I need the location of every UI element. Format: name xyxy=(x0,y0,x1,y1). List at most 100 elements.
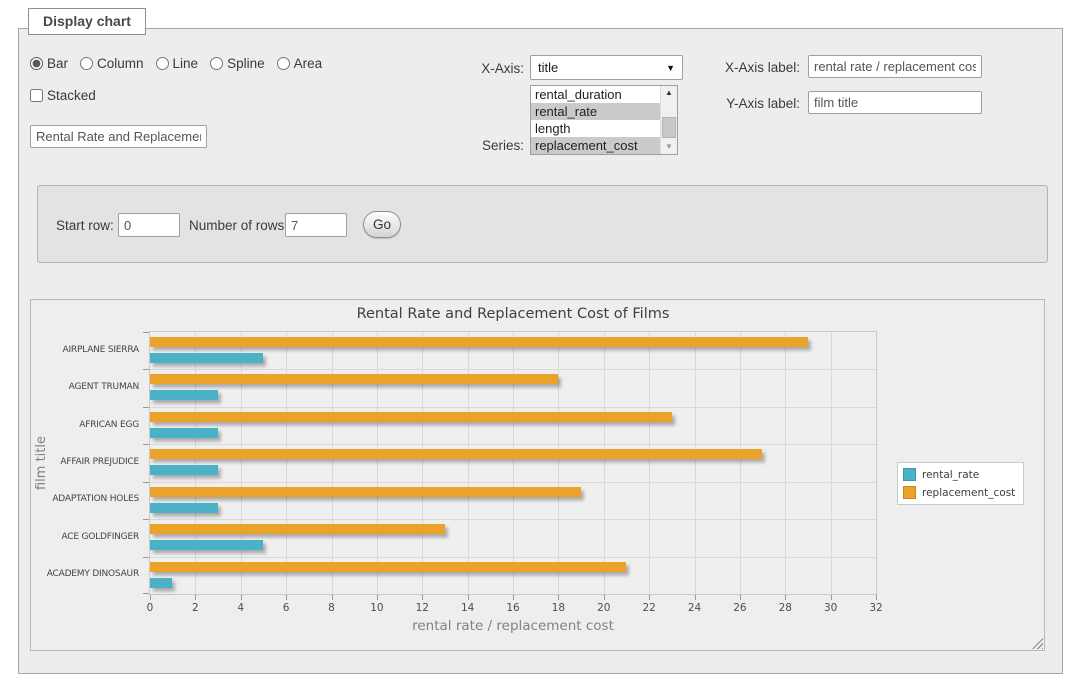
series-option-rental_rate[interactable]: rental_rate xyxy=(531,103,660,120)
plot-area xyxy=(149,331,877,595)
chart-type-label: Line xyxy=(173,56,199,71)
chart-title: Rental Rate and Replacement Cost of Film… xyxy=(149,306,877,322)
legend-swatch-replacement_cost xyxy=(903,486,916,499)
xaxis-label-input[interactable] xyxy=(808,55,982,78)
legend-label: rental_rate xyxy=(922,469,979,481)
x-tick-label: 30 xyxy=(811,602,851,614)
y-category-label: AFRICAN EGG xyxy=(31,420,139,430)
chart-type-label: Column xyxy=(97,56,144,71)
x-tick-mark xyxy=(422,595,423,600)
gridline xyxy=(740,332,741,594)
x-tick-label: 4 xyxy=(221,602,261,614)
bar-replacement_cost xyxy=(150,374,558,384)
x-tick-mark xyxy=(286,595,287,600)
gridline xyxy=(604,332,605,594)
chart-container: Rental Rate and Replacement Cost of Film… xyxy=(30,299,1045,651)
x-tick-mark xyxy=(150,595,151,600)
gridline xyxy=(377,332,378,594)
bar-rental_rate xyxy=(150,540,263,550)
series-option-rental_duration[interactable]: rental_duration xyxy=(531,86,660,103)
bar-rental_rate xyxy=(150,353,263,363)
x-tick-label: 18 xyxy=(538,602,578,614)
stacked-checkbox[interactable] xyxy=(30,89,43,102)
stacked-label: Stacked xyxy=(47,88,96,103)
chart-type-option-spline[interactable]: Spline xyxy=(210,56,265,71)
x-tick-mark xyxy=(468,595,469,600)
y-category-label: AIRPLANE SIERRA xyxy=(31,345,139,355)
x-tick-mark xyxy=(377,595,378,600)
num-rows-label: Number of rows: xyxy=(189,218,288,233)
chart-type-radio-line[interactable] xyxy=(156,57,169,70)
x-tick-label: 14 xyxy=(448,602,488,614)
chart-title-input[interactable] xyxy=(30,125,207,148)
y-tick-mark xyxy=(143,407,149,408)
series-listbox[interactable]: rental_durationrental_ratelengthreplacem… xyxy=(530,85,678,155)
stacked-option[interactable]: Stacked xyxy=(30,88,96,103)
gridline xyxy=(422,332,423,594)
chart-type-option-bar[interactable]: Bar xyxy=(30,56,68,71)
y-tick-mark xyxy=(143,369,149,370)
chart-type-radio-bar[interactable] xyxy=(30,57,43,70)
y-category-label: ACE GOLDFINGER xyxy=(31,532,139,542)
panel-title-tab[interactable]: Display chart xyxy=(28,8,146,35)
x-tick-label: 32 xyxy=(856,602,896,614)
x-tick-mark xyxy=(740,595,741,600)
xaxis-label-field-label: X-Axis label: xyxy=(700,60,800,75)
yaxis-label-input[interactable] xyxy=(808,91,982,114)
chart-type-radio-column[interactable] xyxy=(80,57,93,70)
xaxis-select[interactable]: title ▼ xyxy=(530,55,683,80)
x-tick-mark xyxy=(241,595,242,600)
series-scrollbar[interactable]: ▲ ▼ xyxy=(660,86,677,154)
gridline xyxy=(241,332,242,594)
x-tick-label: 6 xyxy=(266,602,306,614)
chart-type-radio-area[interactable] xyxy=(277,57,290,70)
x-tick-mark xyxy=(558,595,559,600)
gridline xyxy=(286,332,287,594)
go-button[interactable]: Go xyxy=(363,211,401,238)
gridline xyxy=(558,332,559,594)
chart-type-group: Bar Column Line Spline Area xyxy=(30,56,322,71)
xaxis-select-value: title xyxy=(538,60,558,75)
start-row-input[interactable] xyxy=(118,213,180,237)
x-tick-label: 28 xyxy=(765,602,805,614)
scroll-up-icon[interactable]: ▲ xyxy=(661,86,677,100)
x-tick-label: 2 xyxy=(175,602,215,614)
gridline xyxy=(695,332,696,594)
y-tick-mark xyxy=(143,444,149,445)
chart-type-option-line[interactable]: Line xyxy=(156,56,199,71)
gridline xyxy=(785,332,786,594)
chart-type-label: Area xyxy=(294,56,323,71)
gridline xyxy=(195,332,196,594)
bar-rental_rate xyxy=(150,428,218,438)
num-rows-input[interactable] xyxy=(285,213,347,237)
start-row-label: Start row: xyxy=(56,218,114,233)
row-range-panel: Start row: Number of rows: Go xyxy=(37,185,1048,263)
gridline xyxy=(649,332,650,594)
chart-legend: rental_rate replacement_cost xyxy=(897,462,1024,505)
x-tick-label: 0 xyxy=(130,602,170,614)
chart-type-option-column[interactable]: Column xyxy=(80,56,144,71)
legend-label: replacement_cost xyxy=(922,487,1015,499)
chevron-down-icon: ▼ xyxy=(666,63,675,73)
series-option-length[interactable]: length xyxy=(531,120,660,137)
bar-replacement_cost xyxy=(150,337,808,347)
bar-rental_rate xyxy=(150,465,218,475)
scrollbar-thumb[interactable] xyxy=(662,117,676,138)
app: Display chart Bar Column Line Spline Area St… xyxy=(0,0,1081,681)
bar-rental_rate xyxy=(150,503,218,513)
bar-replacement_cost xyxy=(150,562,626,572)
scroll-down-icon[interactable]: ▼ xyxy=(661,140,677,154)
bar-replacement_cost xyxy=(150,449,762,459)
chart-type-label: Bar xyxy=(47,56,68,71)
x-tick-label: 8 xyxy=(312,602,352,614)
x-axis-title: rental rate / replacement cost xyxy=(149,618,877,634)
x-tick-label: 10 xyxy=(357,602,397,614)
series-option-replacement_cost[interactable]: replacement_cost xyxy=(531,137,660,154)
x-tick-label: 16 xyxy=(493,602,533,614)
resize-handle-icon[interactable] xyxy=(1032,638,1043,649)
series-listbox-options: rental_durationrental_ratelengthreplacem… xyxy=(531,86,660,154)
x-tick-mark xyxy=(831,595,832,600)
chart-type-option-area[interactable]: Area xyxy=(277,56,323,71)
bar-replacement_cost xyxy=(150,487,581,497)
chart-type-radio-spline[interactable] xyxy=(210,57,223,70)
